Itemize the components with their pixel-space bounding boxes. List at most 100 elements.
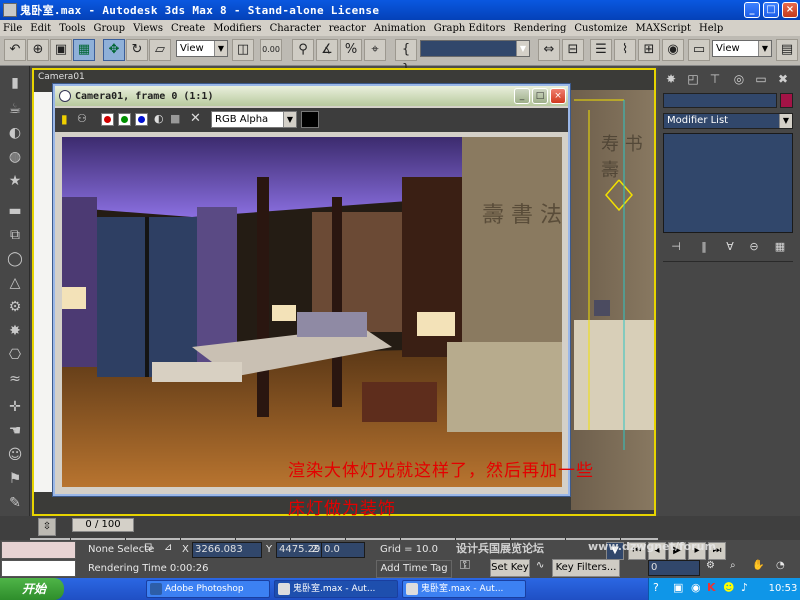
task-3dsmax-1[interactable]: 鬼卧室.max - Aut...	[274, 580, 398, 598]
menu-create[interactable]: Create	[171, 23, 205, 34]
key-icon[interactable]: ⚿	[460, 558, 470, 573]
create-tab-icon[interactable]: ✸	[662, 70, 680, 88]
monochrome-icon[interactable]: ■	[170, 112, 180, 125]
start-button[interactable]: 开始	[0, 578, 64, 600]
undo-icon[interactable]: ↶	[4, 39, 26, 61]
render-scene-icon[interactable]: ▭	[688, 39, 710, 61]
cone-icon[interactable]: △	[4, 272, 26, 294]
qq-icon[interactable]: ☻	[723, 581, 734, 594]
object-name-field[interactable]	[663, 93, 777, 108]
menu-animation[interactable]: Animation	[374, 23, 426, 34]
time-slider-handle[interactable]: 0 / 100	[72, 518, 134, 532]
teapot-icon[interactable]: ☕	[4, 98, 26, 120]
reference-coordinate-select[interactable]: View ▼	[176, 40, 228, 57]
render-maximize-button[interactable]: □	[532, 88, 548, 104]
menu-rendering[interactable]: Rendering	[513, 23, 566, 34]
green-channel-toggle[interactable]	[118, 113, 131, 126]
mirror-icon[interactable]: ⚲	[292, 39, 314, 61]
minimize-button[interactable]: _	[744, 2, 760, 18]
menu-tools[interactable]: Tools	[59, 23, 85, 34]
pin-icon[interactable]: ⚑	[4, 468, 26, 490]
set-key-button[interactable]: Set Key	[490, 559, 530, 577]
mini-curve-toggle-icon[interactable]: ⇳	[38, 518, 56, 536]
render-minimize-button[interactable]: _	[514, 88, 530, 104]
render-type-select[interactable]: View ▼	[712, 40, 772, 57]
motion-tab-icon[interactable]: ◎	[730, 70, 748, 88]
torus-icon[interactable]: ◯	[4, 248, 26, 270]
material-editor-icon[interactable]: ◉	[662, 39, 684, 61]
curve-editor-icon[interactable]: ⌇	[614, 39, 636, 61]
menu-reactor[interactable]: reactor	[329, 23, 366, 34]
key-mode-icon[interactable]: ∿	[536, 560, 544, 571]
select-object-icon[interactable]: ▣	[50, 39, 72, 61]
camera-icon[interactable]: ⎔	[4, 344, 26, 366]
select-region-icon[interactable]: ▦	[73, 39, 95, 61]
star-icon[interactable]: ★	[4, 170, 26, 192]
menu-help[interactable]: Help	[699, 23, 723, 34]
remove-modifier-icon[interactable]: ⊖	[746, 239, 762, 255]
key-filters-button[interactable]: Key Filters...	[552, 559, 620, 577]
close-button[interactable]: ×	[782, 2, 798, 18]
pin-stack-icon[interactable]: ⊣	[668, 239, 684, 255]
utilities-tab-icon[interactable]: ✖	[774, 70, 792, 88]
modify-tab-icon[interactable]: ◰	[684, 70, 702, 88]
z-coordinate-field[interactable]: 0.0	[321, 542, 365, 558]
tube-icon[interactable]: ⧉	[4, 224, 26, 246]
add-time-tag-button[interactable]: Add Time Tag	[376, 560, 452, 578]
clear-icon[interactable]: ✕	[190, 111, 201, 126]
blue-channel-toggle[interactable]	[135, 113, 148, 126]
menu-graph-editors[interactable]: Graph Editors	[434, 23, 506, 34]
task-3dsmax-2[interactable]: 鬼卧室.max - Aut...	[402, 580, 526, 598]
rotate-icon[interactable]: ↻	[126, 39, 148, 61]
box-icon[interactable]: ▬	[4, 200, 26, 222]
named-selection-icon[interactable]: { }	[395, 39, 417, 77]
volume-icon[interactable]: ◉	[691, 581, 701, 594]
pivot-icon[interactable]: ◫	[232, 39, 254, 61]
align-icon[interactable]: ⊟	[562, 39, 584, 61]
link-icon[interactable]: ⊕	[27, 39, 49, 61]
save-bitmap-icon[interactable]: ▮	[61, 112, 68, 126]
menu-edit[interactable]: Edit	[30, 23, 51, 34]
mirror-tool-icon[interactable]: ⇔	[538, 39, 560, 61]
named-selection-set[interactable]: ▼	[420, 40, 530, 57]
light-icon[interactable]: ✸	[4, 320, 26, 342]
speaker-icon[interactable]: ♪	[741, 581, 748, 594]
schematic-view-icon[interactable]: ⊞	[638, 39, 660, 61]
help-icon[interactable]: ?	[653, 581, 659, 594]
configure-sets-icon[interactable]: ▦	[772, 239, 788, 255]
clone-icon[interactable]: ⚇	[77, 112, 87, 125]
percent-snap-icon[interactable]: %	[340, 39, 362, 61]
hierarchy-tab-icon[interactable]: ⊤	[706, 70, 724, 88]
scale-icon[interactable]: ▱	[149, 39, 171, 61]
quick-render-icon[interactable]: ▤	[776, 39, 798, 61]
make-unique-icon[interactable]: ∀	[722, 239, 738, 255]
current-frame-field[interactable]: 0	[648, 560, 700, 576]
character-icon[interactable]: ☺	[4, 444, 26, 466]
time-config-icon[interactable]: ⚙	[706, 560, 715, 571]
maxscript-listener-mini[interactable]	[1, 541, 76, 559]
menu-customize[interactable]: Customize	[574, 23, 627, 34]
modifier-list-dropdown[interactable]: Modifier List ▼	[663, 113, 793, 129]
maxscript-input-mini[interactable]	[1, 560, 76, 577]
layer-manager-icon[interactable]: ☰	[590, 39, 612, 61]
display-channel-select[interactable]: RGB Alpha ▼	[211, 111, 297, 128]
alpha-channel-icon[interactable]: ◐	[154, 112, 164, 125]
gear-icon[interactable]: ⚙	[4, 296, 26, 318]
task-photoshop[interactable]: Adobe Photoshop	[146, 580, 270, 598]
spinner-snap-icon[interactable]: ⌖	[364, 39, 386, 61]
stamp-icon[interactable]: ▮	[4, 72, 26, 94]
helper-icon[interactable]: ✛	[4, 396, 26, 418]
antivirus-icon[interactable]: K	[707, 581, 716, 594]
show-end-result-icon[interactable]: ‖	[696, 239, 712, 255]
red-channel-toggle[interactable]	[101, 113, 114, 126]
menu-maxscript[interactable]: MAXScript	[636, 23, 691, 34]
spacewarp-icon[interactable]: ≈	[4, 368, 26, 390]
cylinder-icon[interactable]: ◍	[4, 146, 26, 168]
zoom-icon[interactable]: ⌕	[730, 560, 736, 571]
transform-mode-icon[interactable]: ⊿	[164, 542, 172, 553]
hand-icon[interactable]: ☚	[4, 420, 26, 442]
color-swatch[interactable]	[301, 111, 319, 128]
render-close-button[interactable]: ×	[550, 88, 566, 104]
menu-file[interactable]: File	[3, 23, 22, 34]
pan-icon[interactable]: ✋	[752, 560, 764, 571]
